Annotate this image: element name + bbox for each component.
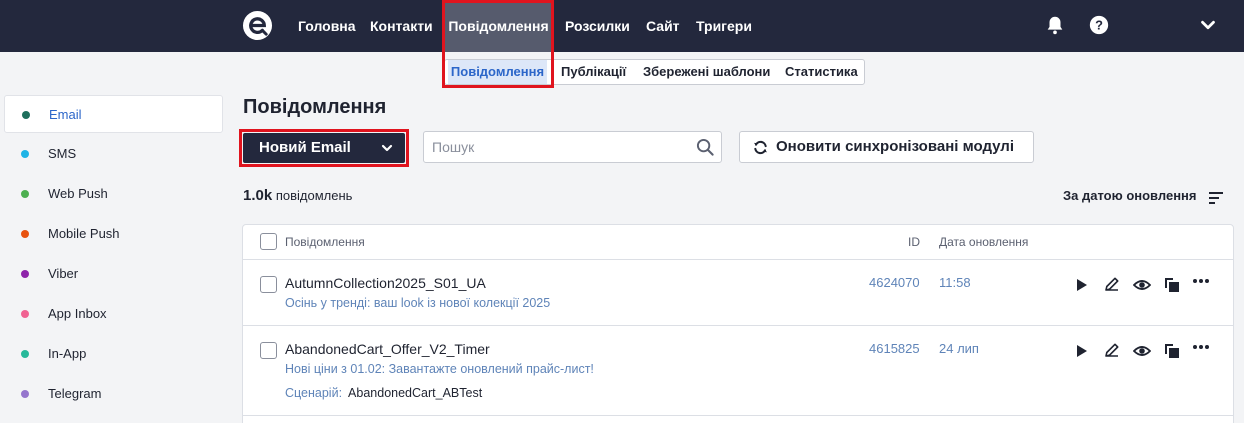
more-icon[interactable] — [1192, 274, 1210, 292]
divider — [243, 415, 1233, 416]
sidebar-item-label: Email — [49, 107, 82, 122]
search-box — [423, 131, 722, 163]
sync-modules-label: Оновити синхронізовані модулі — [776, 138, 1015, 155]
subnav-messages[interactable]: Повідомлення — [448, 60, 547, 84]
sidebar-item-app-inbox[interactable]: App Inbox — [4, 295, 223, 333]
sidebar-item-label: Viber — [48, 266, 79, 281]
nav-campaigns[interactable]: Розсилки — [565, 0, 630, 52]
sort-label[interactable]: За датою оновлення — [1063, 188, 1196, 203]
logo-icon[interactable] — [242, 10, 273, 41]
status-dot — [21, 390, 29, 398]
nav-contacts[interactable]: Контакти — [370, 0, 433, 52]
status-dot — [21, 270, 29, 278]
page-title: Повідомлення — [243, 96, 387, 118]
status-dot — [21, 230, 29, 238]
svg-text:?: ? — [1095, 18, 1103, 33]
sidebar-item-label: Mobile Push — [48, 226, 120, 241]
status-dot — [21, 190, 29, 198]
more-icon[interactable] — [1192, 340, 1210, 358]
sidebar-item-label: Web Push — [48, 186, 108, 201]
sidebar-item-label: SMS — [48, 146, 77, 161]
subnav-statistics[interactable]: Статистика — [785, 60, 858, 84]
nav-triggers[interactable]: Тригери — [696, 0, 752, 52]
status-dot — [21, 310, 29, 318]
row-checkbox[interactable] — [260, 342, 277, 359]
status-dot — [21, 350, 29, 358]
message-updated: 11:58 — [939, 275, 971, 290]
scenario-label: Сценарій: — [285, 386, 343, 400]
edit-icon[interactable] — [1103, 341, 1121, 359]
messages-table: Повідомлення ID Дата оновлення AutumnCol… — [242, 224, 1234, 423]
top-navigation-bar: Головна Контакти Повідомлення Розсилки С… — [0, 0, 1244, 52]
sidebar-item-in-app[interactable]: In-App — [4, 335, 223, 373]
subnav-publications[interactable]: Публікації — [561, 60, 626, 84]
scenario-link[interactable]: AbandonedCart_ABTest — [348, 386, 482, 400]
chevron-down-icon[interactable] — [381, 142, 393, 154]
message-subject: Нові ціни з 01.02: Завантажте оновлений … — [285, 362, 594, 376]
help-icon[interactable]: ? — [1088, 14, 1110, 36]
column-header-message[interactable]: Повідомлення — [285, 235, 365, 249]
row-checkbox[interactable] — [260, 276, 277, 293]
refresh-icon — [753, 140, 768, 155]
new-email-button-label: Новий Email — [259, 139, 351, 156]
divider — [243, 325, 1233, 326]
sidebar-item-viber[interactable]: Viber — [4, 255, 223, 293]
chevron-down-icon[interactable] — [1197, 14, 1219, 36]
preview-icon[interactable] — [1133, 276, 1151, 294]
message-count-value: 1.0k — [243, 187, 273, 204]
message-count: 1.0k повідомлень — [243, 187, 352, 204]
messages-subnav: Повідомлення Публікації Збережені шаблон… — [444, 59, 865, 85]
sort-icon[interactable] — [1209, 192, 1223, 204]
sync-modules-button[interactable]: Оновити синхронізовані модулі — [739, 131, 1034, 163]
nav-site[interactable]: Сайт — [646, 0, 680, 52]
sidebar-item-web-push[interactable]: Web Push — [4, 175, 223, 213]
sidebar-item-label: In-App — [48, 346, 87, 361]
play-icon[interactable] — [1072, 342, 1090, 360]
search-icon[interactable] — [696, 138, 715, 157]
status-dot — [22, 111, 30, 119]
copy-icon[interactable] — [1163, 342, 1181, 360]
column-header-date[interactable]: Дата оновлення — [939, 235, 1028, 249]
message-id: 4624070 — [869, 275, 920, 290]
nav-messages[interactable]: Повідомлення — [444, 0, 553, 52]
sidebar-item-mobile-push[interactable]: Mobile Push — [4, 215, 223, 253]
column-header-id[interactable]: ID — [908, 235, 920, 249]
search-input[interactable] — [432, 132, 692, 162]
scenario-info: Сценарій: AbandonedCart_ABTest — [285, 386, 482, 400]
play-icon[interactable] — [1072, 276, 1090, 294]
copy-icon[interactable] — [1163, 276, 1181, 294]
subnav-saved-templates[interactable]: Збережені шаблони — [643, 60, 770, 84]
sidebar-item-telegram[interactable]: Telegram — [4, 375, 223, 413]
bell-icon[interactable] — [1044, 14, 1066, 36]
sidebar-item-label: App Inbox — [48, 306, 107, 321]
message-count-label: повідомлень — [275, 188, 353, 203]
divider — [243, 259, 1233, 260]
sidebar-item-sms[interactable]: SMS — [4, 135, 223, 173]
edit-icon[interactable] — [1103, 275, 1121, 293]
message-name[interactable]: AutumnCollection2025_S01_UA — [285, 275, 486, 291]
select-all-checkbox[interactable] — [260, 233, 277, 250]
nav-home[interactable]: Головна — [298, 0, 356, 52]
message-id: 4615825 — [869, 341, 920, 356]
message-updated: 24 лип — [939, 341, 979, 356]
new-email-button[interactable]: Новий Email — [243, 133, 405, 163]
message-name[interactable]: AbandonedCart_Offer_V2_Timer — [285, 341, 490, 357]
status-dot — [21, 150, 29, 158]
sidebar-item-label: Telegram — [48, 386, 102, 401]
preview-icon[interactable] — [1133, 342, 1151, 360]
sidebar-item-email[interactable]: Email — [4, 95, 223, 133]
message-subject: Осінь у тренді: ваш look із нової колекц… — [285, 296, 551, 310]
